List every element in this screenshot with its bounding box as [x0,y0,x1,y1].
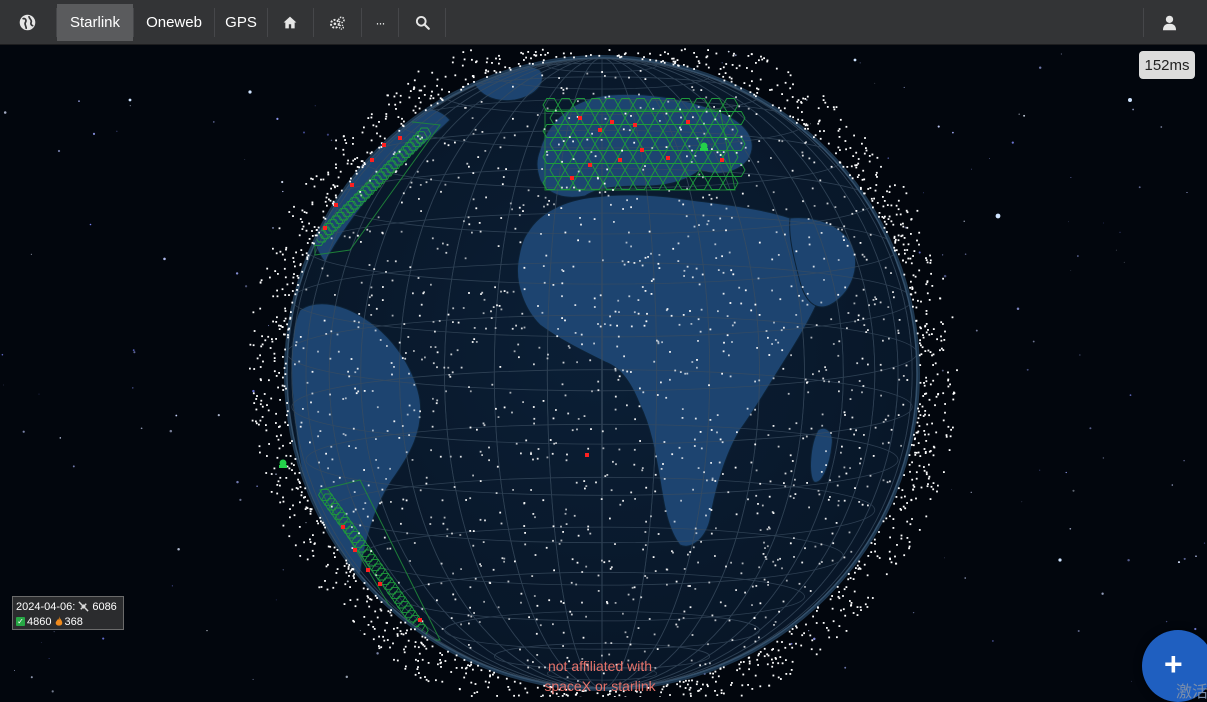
latency-badge: 152ms [1139,51,1195,79]
home-icon[interactable] [268,4,312,41]
stats-date: 2024-04-06: [16,601,75,613]
tab-oneweb-label: Oneweb [146,14,202,31]
disclaimer-line-2: spaceX or starlink [520,676,680,696]
flame-icon [55,616,63,627]
stats-active: 4860 [27,616,51,628]
disclaimer: not affiliated with spaceX or starlink [520,656,680,696]
stats-total: 6086 [92,601,116,613]
globe-view[interactable] [0,0,1207,697]
stats-deorbiting: 368 [64,616,82,628]
user-marker-pacific [279,460,287,469]
top-navbar: Starlink Oneweb GPS ··· [0,0,1207,45]
tab-gps[interactable]: GPS [215,4,267,41]
satellite-stats-panel: 2024-04-06: 6086 ✓ 4860 368 [12,596,124,630]
latency-value: 152ms [1144,57,1189,74]
tab-oneweb[interactable]: Oneweb [134,4,214,41]
add-button[interactable]: + 激活 [1142,630,1207,702]
earth-globe [284,55,920,691]
fab-text: 激活 [1176,678,1207,702]
plus-icon: + [1164,648,1183,680]
stats-status-row: ✓ 4860 368 [16,614,120,629]
disclaimer-line-1: not affiliated with [520,656,680,676]
globe-icon[interactable] [12,4,42,41]
tab-starlink[interactable]: Starlink [57,4,133,41]
tab-starlink-label: Starlink [70,14,120,31]
stats-total-row: 2024-04-06: 6086 [16,599,120,614]
more-menu-label: ··· [376,16,385,30]
satellite-icon [78,601,89,612]
user-icon[interactable] [1144,4,1194,41]
check-icon: ✓ [16,617,25,626]
search-icon[interactable] [399,4,445,41]
tab-gps-label: GPS [225,14,257,31]
more-menu-button[interactable]: ··· [362,4,398,41]
gears-icon[interactable] [314,4,360,41]
